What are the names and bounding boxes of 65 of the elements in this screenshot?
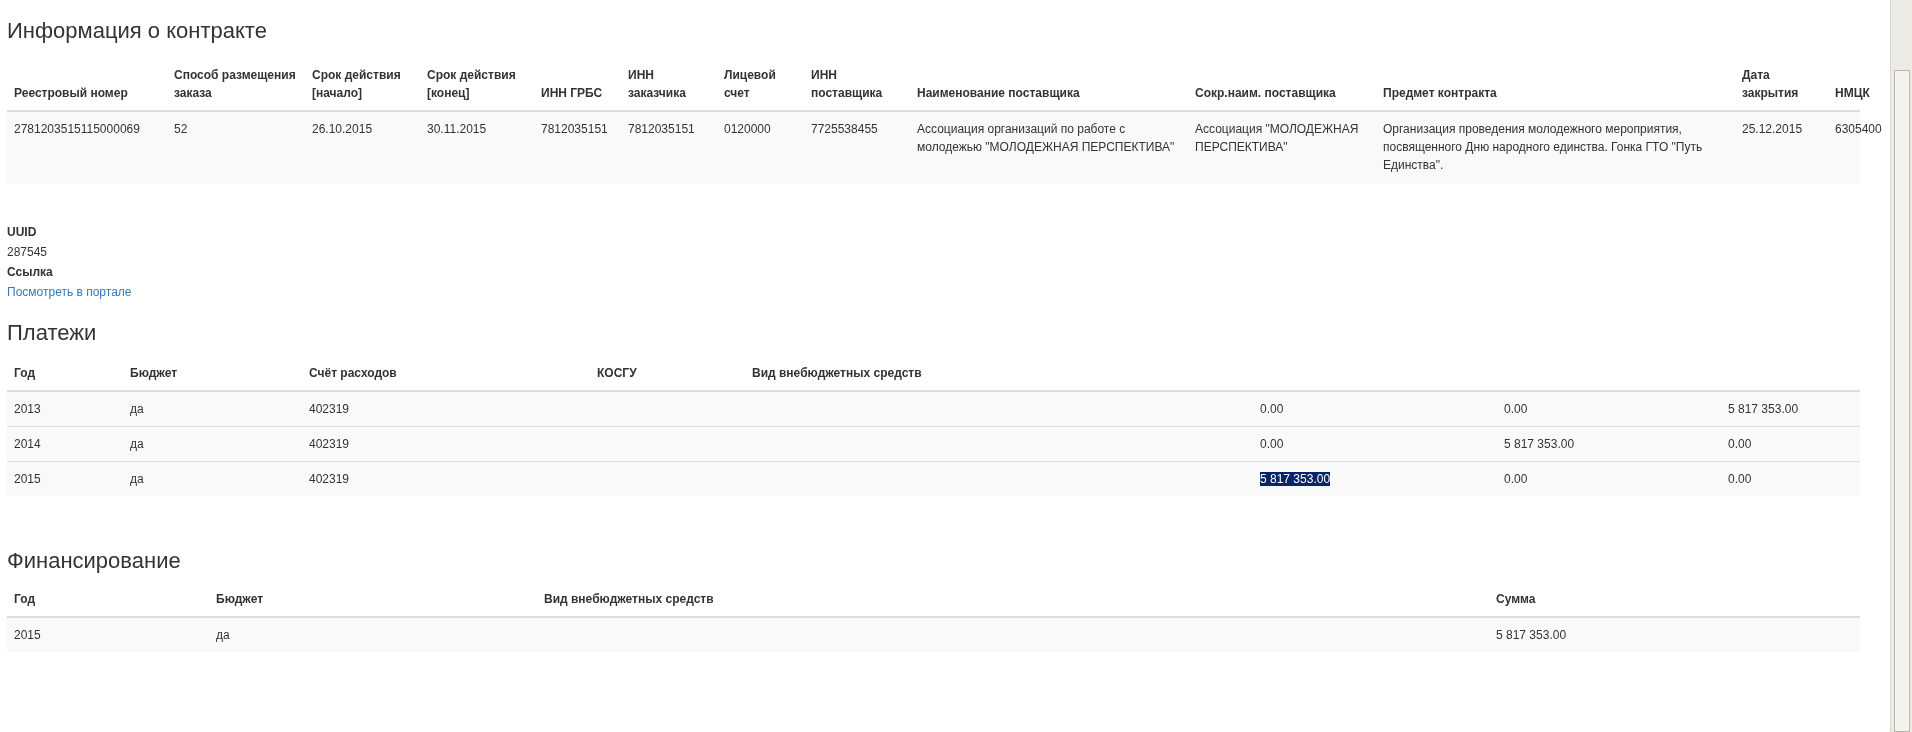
- table-cell: Ассоциация организаций по работе с молодежью "МОЛОДЕЖНАЯ ПЕРСПЕКТИВА": [917, 122, 1175, 154]
- column-header: Сумма: [1496, 592, 1536, 606]
- table-cell: 0.00: [1260, 437, 1284, 451]
- table-cell: 7725538455: [811, 122, 878, 136]
- table-cell: 402319: [309, 402, 350, 416]
- table-cell: да: [130, 472, 144, 486]
- table-cell: 0.00: [1728, 437, 1752, 451]
- table-cell: 2015: [14, 472, 41, 486]
- column-header: Бюджет: [130, 366, 178, 380]
- column-header: Срок действия [начало]: [312, 68, 401, 100]
- table-cell: 5 817 353.00: [1260, 472, 1331, 486]
- column-header: Счёт расходов: [309, 366, 397, 380]
- column-header: Лицевой счет: [724, 68, 776, 100]
- column-header: КОСГУ: [597, 366, 637, 380]
- table-cell: 7812035151: [628, 122, 695, 136]
- table-cell: да: [130, 402, 144, 416]
- scrollbar-thumb[interactable]: [1894, 70, 1910, 732]
- column-header: ИНН заказчика: [628, 68, 686, 100]
- column-header: Вид внебюджетных средств: [752, 366, 922, 380]
- table-cell: 402319: [309, 437, 350, 451]
- column-header: Сокр.наим. поставщика: [1195, 86, 1336, 100]
- table-cell: 402319: [309, 472, 350, 486]
- column-header: НМЦК: [1835, 86, 1870, 100]
- table-cell: 5 817 353.00: [1496, 628, 1567, 642]
- section-title: Информация о контракте: [7, 18, 268, 44]
- column-header: Бюджет: [216, 592, 264, 606]
- field-value: 287545: [7, 244, 49, 261]
- table-cell: 5 817 353.00: [1504, 437, 1575, 451]
- table-cell: 6305400: [1835, 122, 1882, 136]
- column-header: Способ размещения заказа: [174, 68, 296, 100]
- column-header: Год: [14, 366, 35, 380]
- table-cell: Организация проведения молодежного мероприятия, посвященного Дню народного единства. Гонка ГТО "Путь Единства".: [1383, 122, 1703, 172]
- table-cell: 26.10.2015: [312, 122, 373, 136]
- column-header: Вид внебюджетных средств: [544, 592, 714, 606]
- section-title: Финансирование: [7, 548, 182, 574]
- column-header: Предмет контракта: [1383, 86, 1497, 100]
- table-cell: 2015: [14, 628, 41, 642]
- column-header: Год: [14, 592, 35, 606]
- table-cell: 52: [174, 122, 188, 136]
- portal-link[interactable]: Посмотреть в портале: [7, 285, 132, 299]
- column-header: Срок действия [конец]: [427, 68, 516, 100]
- table-cell: 30.11.2015: [427, 122, 487, 136]
- table-cell: 5 817 353.00: [1728, 402, 1799, 416]
- column-header: ИНН ГРБС: [541, 86, 603, 100]
- field-label: UUID: [7, 224, 38, 241]
- table-cell: 0.00: [1728, 472, 1752, 486]
- table-cell: 0.00: [1260, 402, 1284, 416]
- field-label: Ссылка: [7, 264, 54, 281]
- column-header: Дата закрытия: [1742, 68, 1799, 100]
- column-header: Реестровый номер: [14, 86, 128, 100]
- table-cell: 0.00: [1504, 472, 1528, 486]
- section-title: Платежи: [7, 320, 98, 346]
- table-cell: 0120000: [724, 122, 771, 136]
- table-cell: 7812035151: [541, 122, 608, 136]
- column-header: Наименование поставщика: [917, 86, 1080, 100]
- table-cell: 25.12.2015: [1742, 122, 1803, 136]
- scrollbar[interactable]: [1890, 0, 1912, 732]
- table-cell: 2014: [14, 437, 41, 451]
- column-header: ИНН поставщика: [811, 68, 883, 100]
- table-cell: 2781203515115000069: [14, 122, 140, 136]
- table-cell: да: [216, 628, 230, 642]
- table-cell: 2013: [14, 402, 41, 416]
- table-cell: Ассоциация "МОЛОДЕЖНАЯ ПЕРСПЕКТИВА": [1195, 122, 1359, 154]
- table-cell: да: [130, 437, 144, 451]
- table-cell: 0.00: [1504, 402, 1528, 416]
